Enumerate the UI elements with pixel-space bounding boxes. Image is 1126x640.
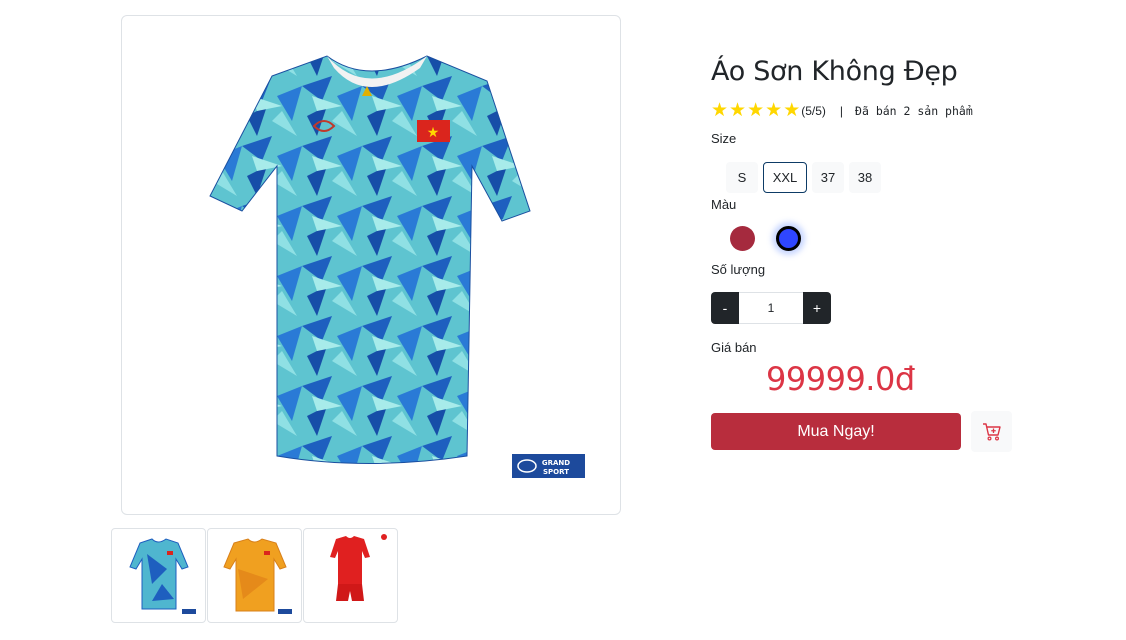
size-option-38[interactable]: 38 [849, 162, 881, 193]
quantity-label: Số lượng [711, 262, 766, 277]
size-option-37[interactable]: 37 [812, 162, 844, 193]
color-swatch-red[interactable] [730, 226, 755, 251]
main-product-image: ★ GRAND SPORT [121, 15, 621, 515]
buy-now-button[interactable]: Mua Ngay! [711, 413, 961, 450]
size-option-s[interactable]: S [726, 162, 758, 193]
add-to-cart-button[interactable] [971, 411, 1012, 452]
svg-text:GRAND: GRAND [542, 459, 570, 467]
size-option-xxl[interactable]: XXL [763, 162, 807, 193]
add-to-cart-icon [982, 422, 1001, 441]
rating-row: ★ ★ ★ ★ ★ (5/5) | Đã bán 2 sản phẩm [711, 101, 973, 120]
thumbnail-red-kit[interactable] [303, 528, 398, 623]
color-swatch-blue[interactable] [776, 226, 801, 251]
rating-text: (5/5) [801, 103, 826, 118]
thumbnail-strip [111, 528, 398, 623]
price-value: 99999.0đ [766, 360, 915, 398]
star-icon: ★ [783, 99, 801, 121]
star-rating: ★ ★ ★ ★ ★ [711, 101, 800, 120]
svg-text:SPORT: SPORT [543, 468, 569, 476]
color-options [730, 226, 801, 251]
star-icon: ★ [765, 99, 783, 121]
separator: | [839, 103, 844, 118]
increase-quantity-button[interactable]: + [803, 292, 831, 324]
size-label: Size [711, 131, 737, 146]
red-kit-thumbnail-icon [330, 534, 387, 601]
decrease-quantity-button[interactable]: - [711, 292, 739, 324]
color-label: Màu [711, 197, 737, 212]
star-icon: ★ [729, 99, 747, 121]
blue-jersey-thumbnail-icon [129, 538, 196, 614]
blue-jersey-image: ★ GRAND SPORT [209, 55, 585, 478]
price-label: Giá bán [711, 340, 757, 355]
sold-count: Đã bán 2 sản phẩm [855, 103, 973, 118]
yellow-jersey-thumbnail-icon [223, 538, 292, 614]
star-icon: ★ [711, 99, 729, 121]
size-options: S XXL 37 38 [726, 162, 881, 193]
thumbnail-blue-jersey[interactable] [111, 528, 206, 623]
svg-text:★: ★ [427, 125, 440, 141]
quantity-stepper: - + [711, 292, 831, 324]
product-title: Áo Sơn Không Đẹp [711, 56, 958, 87]
star-icon: ★ [747, 99, 765, 121]
quantity-input[interactable] [739, 292, 803, 324]
thumbnail-yellow-jersey[interactable] [207, 528, 302, 623]
